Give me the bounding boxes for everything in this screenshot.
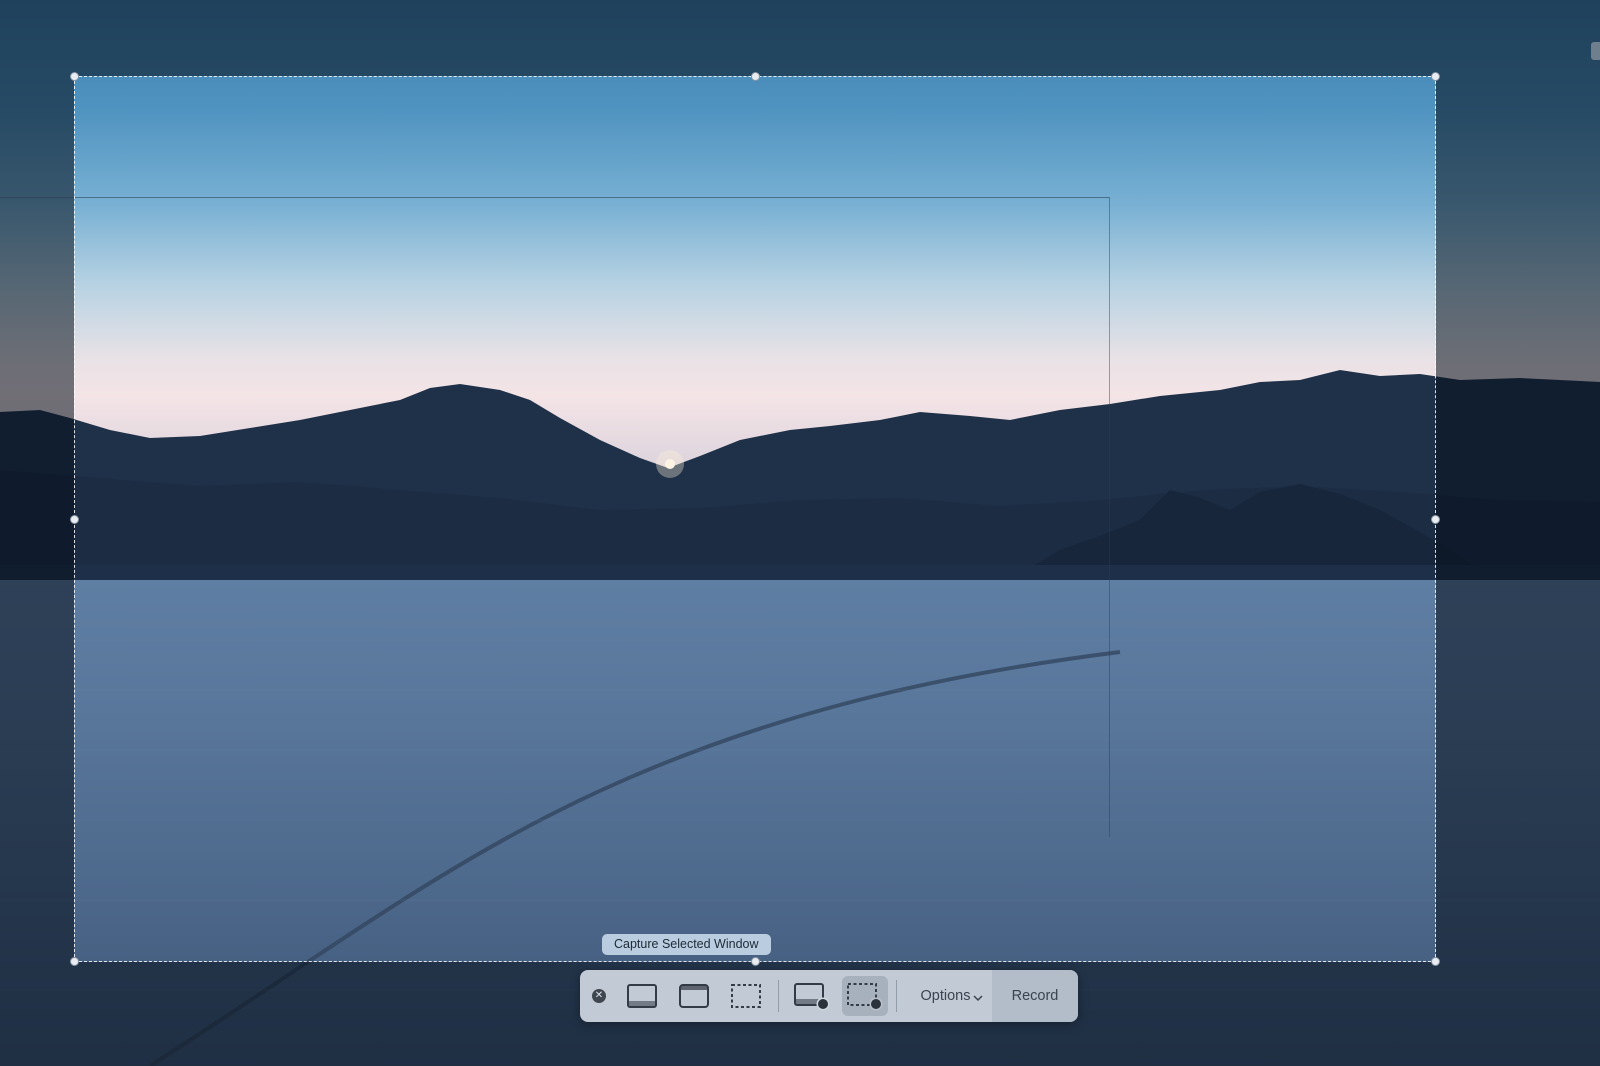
record-entire-screen-button[interactable] xyxy=(788,976,836,1016)
resize-handle-top-left[interactable] xyxy=(70,72,79,81)
options-label: Options xyxy=(920,988,971,1004)
screen-edge-tab[interactable] xyxy=(1591,42,1600,60)
close-icon[interactable]: ✕ xyxy=(592,989,606,1003)
resize-handle-left[interactable] xyxy=(70,515,79,524)
record-selection-icon xyxy=(847,983,883,1011)
chevron-down-icon xyxy=(973,994,984,1001)
toolbar-separator xyxy=(778,980,779,1012)
resize-handle-top-right[interactable] xyxy=(1431,72,1440,81)
capture-selected-portion-button[interactable] xyxy=(724,976,768,1016)
resize-handle-bottom-left[interactable] xyxy=(70,957,79,966)
capture-tooltip: Capture Selected Window xyxy=(602,934,771,955)
toolbar-separator xyxy=(896,980,897,1012)
selection-icon xyxy=(731,984,761,1008)
window-icon xyxy=(679,984,709,1008)
capture-selected-window-button[interactable] xyxy=(672,976,716,1016)
dim-overlay-right xyxy=(1436,76,1600,962)
resize-handle-right[interactable] xyxy=(1431,515,1440,524)
record-selected-portion-button[interactable] xyxy=(842,976,888,1016)
resize-handle-bottom-right[interactable] xyxy=(1431,957,1440,966)
record-screen-icon xyxy=(794,983,830,1011)
dim-overlay-top xyxy=(0,0,1600,76)
capture-selection-area[interactable] xyxy=(70,72,1440,966)
resize-handle-top[interactable] xyxy=(751,72,760,81)
options-button[interactable]: Options xyxy=(902,978,1002,1014)
screen-icon xyxy=(627,984,657,1008)
resize-handle-bottom[interactable] xyxy=(751,957,760,966)
screenshot-toolbar: ✕ Options Record xyxy=(580,970,1078,1022)
record-button[interactable]: Record xyxy=(992,970,1078,1022)
capture-entire-screen-button[interactable] xyxy=(620,976,664,1016)
